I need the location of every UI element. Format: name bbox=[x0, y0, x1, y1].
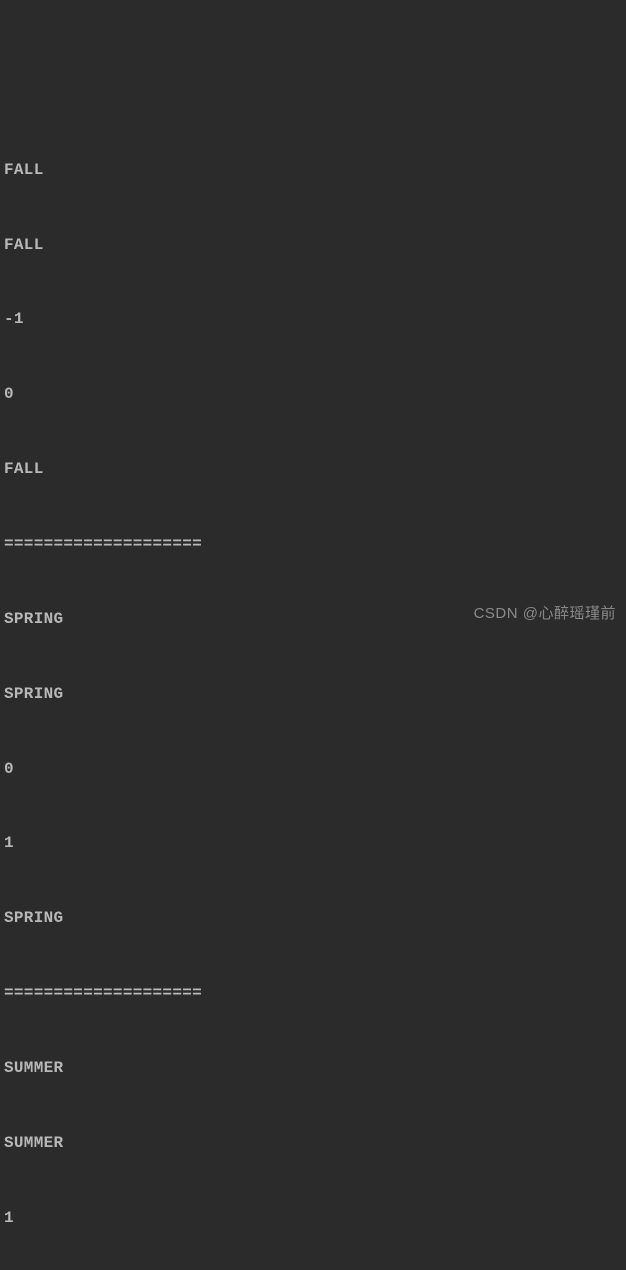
output-line: 1 bbox=[4, 831, 622, 856]
output-line: SUMMER bbox=[4, 1131, 622, 1156]
output-line: FALL bbox=[4, 233, 622, 258]
output-line: FALL bbox=[4, 158, 622, 183]
output-line: ==================== bbox=[4, 532, 622, 557]
output-line: SPRING bbox=[4, 906, 622, 931]
output-line: -1 bbox=[4, 307, 622, 332]
output-line: FALL bbox=[4, 457, 622, 482]
output-line: ==================== bbox=[4, 981, 622, 1006]
output-line: 0 bbox=[4, 757, 622, 782]
terminal-output: FALL FALL -1 0 FALL ====================… bbox=[4, 108, 622, 1270]
watermark-text: CSDN @心醉瑶瑾前 bbox=[474, 602, 616, 625]
output-line: 1 bbox=[4, 1206, 622, 1231]
output-line: SUMMER bbox=[4, 1056, 622, 1081]
output-line: 0 bbox=[4, 382, 622, 407]
output-line: SPRING bbox=[4, 682, 622, 707]
